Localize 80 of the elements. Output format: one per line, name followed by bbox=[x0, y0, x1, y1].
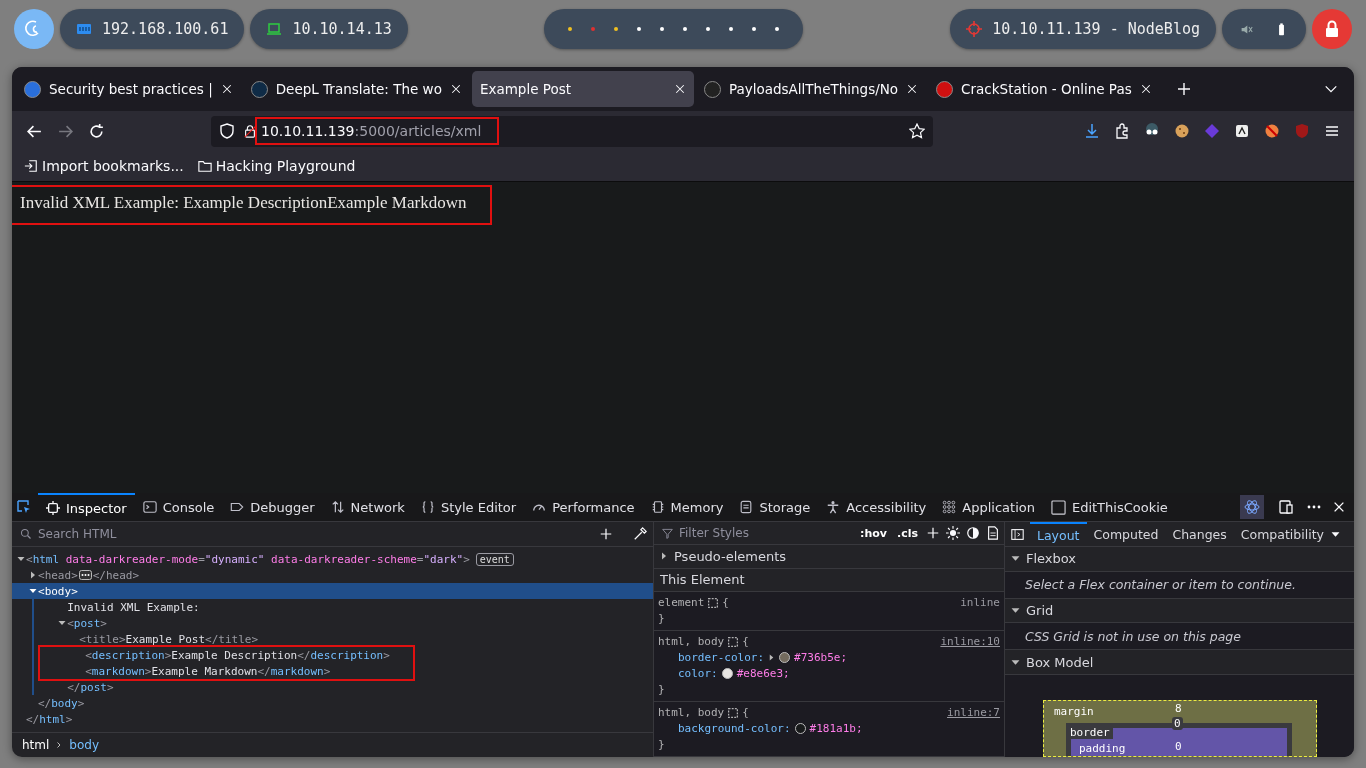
devtools-tab[interactable]: Inspector bbox=[38, 493, 135, 521]
section-header: This Element bbox=[654, 568, 1004, 592]
devtools-tab[interactable]: Application bbox=[934, 493, 1043, 521]
markup-text[interactable]: <head> bbox=[38, 568, 78, 582]
url-text: 10.10.11.139:5000/articles/xml bbox=[257, 119, 498, 143]
brace: { bbox=[722, 596, 729, 610]
section-title: Box Model bbox=[1026, 654, 1094, 670]
markup-text: </head> bbox=[92, 568, 140, 582]
css-value[interactable]: #181a1b; bbox=[809, 722, 863, 736]
rule-source-link[interactable]: inline:7 bbox=[947, 706, 1000, 720]
margin-value[interactable]: 8 bbox=[1175, 701, 1182, 715]
empty-message: Select a Flex container or item to continue. bbox=[1005, 571, 1354, 599]
address-bar[interactable]: 10.10.11.139:5000/articles/xml bbox=[211, 115, 933, 147]
markup-text[interactable]: <title>Example Post</title> bbox=[79, 632, 259, 646]
target-chip: 10.10.11.139 - NodeBlog bbox=[950, 9, 1216, 49]
sidebar-tab[interactable]: Changes bbox=[1165, 522, 1234, 546]
rule-selector: element bbox=[658, 596, 705, 610]
breadcrumb[interactable]: html bbox=[22, 738, 50, 752]
devtools-tab[interactable]: Network bbox=[322, 493, 413, 521]
margin-label: margin bbox=[1054, 704, 1094, 718]
browser-tab[interactable]: PayloadsAllTheThings/No bbox=[695, 71, 927, 107]
rule-selector: html, body bbox=[658, 635, 725, 649]
devtools-tab[interactable]: EditThisCookie bbox=[1042, 493, 1176, 521]
padding-label: padding bbox=[1079, 741, 1126, 755]
devtools-tab[interactable]: Debugger bbox=[222, 493, 323, 521]
markup-text[interactable]: <body> bbox=[38, 584, 78, 598]
browser-tab[interactable]: CrackStation - Online Pas bbox=[928, 71, 1160, 107]
bookmark[interactable]: Hacking Playground bbox=[197, 158, 356, 174]
sidebar-tab[interactable]: Computed bbox=[1086, 522, 1166, 546]
markup-text: </html> bbox=[26, 712, 73, 726]
markup-text[interactable]: <html data-darkreader-mode="dynamic" data-darkreader-scheme="dark"> bbox=[26, 552, 470, 566]
bookmark[interactable]: Import bookmarks... bbox=[24, 158, 184, 174]
markup-text[interactable]: <markdown>Example Markdown</markdown> bbox=[85, 664, 331, 678]
sidebar-tab[interactable]: Compatibility bbox=[1233, 522, 1331, 546]
css-value[interactable]: #e8e6e3; bbox=[736, 667, 790, 681]
devtools-tab[interactable]: Console bbox=[134, 493, 223, 521]
search-field[interactable]: Search HTML bbox=[38, 527, 593, 541]
devtools-tab[interactable]: Accessibility bbox=[818, 493, 935, 521]
css-value[interactable]: #736b5e; bbox=[794, 651, 848, 665]
markup-text[interactable]: Invalid XML Example: bbox=[67, 600, 200, 614]
devtools-tab[interactable]: Storage bbox=[731, 493, 819, 521]
breadcrumb[interactable]: body bbox=[69, 738, 100, 752]
css-property: background-color: bbox=[678, 722, 791, 736]
markup-text: </body> bbox=[38, 696, 85, 710]
rule-source-link[interactable]: inline bbox=[960, 596, 1000, 610]
markup-text: </post> bbox=[67, 680, 114, 694]
rule-source-link[interactable]: inline:10 bbox=[940, 635, 1000, 649]
brace: } bbox=[658, 612, 665, 626]
markup-text[interactable]: <post> bbox=[67, 616, 107, 630]
section-header[interactable]: Flexbox bbox=[1005, 547, 1354, 572]
event-badge[interactable]: event bbox=[475, 552, 514, 566]
browser-tab[interactable]: Example Post bbox=[471, 71, 694, 107]
ip-chip: 10.10.14.13 bbox=[250, 9, 408, 49]
css-property: color: bbox=[678, 667, 718, 681]
brace: } bbox=[658, 683, 665, 697]
devtools-tab[interactable]: Style Editor bbox=[412, 493, 525, 521]
filter-field[interactable]: Filter Styles bbox=[679, 526, 852, 541]
section-title: Flexbox bbox=[1026, 551, 1077, 567]
border-label: border bbox=[1069, 725, 1113, 739]
rule-selector: html, body bbox=[658, 706, 725, 720]
devtools-tab[interactable]: Memory bbox=[642, 493, 732, 521]
section-header[interactable]: Box Model bbox=[1005, 650, 1354, 675]
page-text: Invalid XML Example: Example DescriptionExample Markdown bbox=[12, 187, 491, 223]
section-header[interactable]: Pseudo-elements bbox=[654, 545, 1004, 569]
section-title: Pseudo-elements bbox=[674, 549, 787, 564]
markup-text[interactable]: <description>Example Description</description> bbox=[85, 648, 390, 662]
pseudo-toggle[interactable]: :hov bbox=[858, 526, 889, 540]
browser-tab[interactable]: Security best practices | bbox=[16, 71, 241, 107]
ip-chip: 192.168.100.61 bbox=[60, 9, 245, 49]
devtools-tab[interactable]: Performance bbox=[524, 493, 643, 521]
browser-tab[interactable]: DeepL Translate: The wo bbox=[242, 71, 470, 107]
brace: { bbox=[742, 635, 749, 649]
padding-value[interactable]: 0 bbox=[1175, 739, 1182, 753]
section-header[interactable]: Grid bbox=[1005, 598, 1354, 624]
brace: } bbox=[658, 738, 665, 752]
border-value[interactable]: 0 bbox=[1172, 716, 1183, 730]
brace: { bbox=[742, 706, 749, 720]
section-title: Grid bbox=[1026, 602, 1054, 618]
pseudo-toggle[interactable]: .cls bbox=[894, 526, 920, 540]
css-property: border-color: bbox=[678, 651, 765, 665]
